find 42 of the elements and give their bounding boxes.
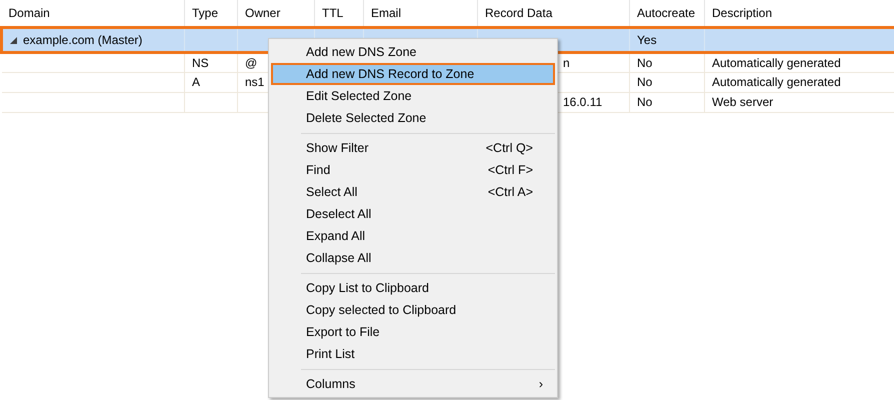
column-header[interactable]: Type: [192, 6, 218, 20]
menu-item[interactable]: Copy List to Clipboard: [271, 277, 555, 299]
table-cell: Automatically generated: [712, 75, 841, 89]
menu-item[interactable]: Collapse All: [271, 247, 555, 269]
column-header[interactable]: Autocreate: [637, 6, 696, 20]
menu-item[interactable]: Columns ›: [271, 373, 555, 395]
table-cell: Web server: [712, 95, 774, 109]
menu-item[interactable]: Copy selected to Clipboard: [271, 299, 555, 321]
shortcut-label: <Ctrl Q>: [486, 140, 533, 157]
menu-item[interactable]: Delete Selected Zone: [271, 107, 555, 129]
menu-item[interactable]: Show Filter <Ctrl Q>: [271, 137, 555, 159]
shortcut-label: <Ctrl F>: [488, 162, 533, 179]
shortcut-label: <Ctrl A>: [488, 184, 533, 201]
table-cell: A: [192, 75, 200, 89]
menu-item[interactable]: Expand All: [271, 225, 555, 247]
menu-item[interactable]: Edit Selected Zone: [271, 85, 555, 107]
table-cell: @: [245, 56, 258, 70]
column-header[interactable]: Description: [712, 6, 772, 20]
table-cell: ns1: [245, 75, 264, 89]
collapse-arrow-icon[interactable]: [10, 36, 17, 44]
menu-item[interactable]: Deselect All: [271, 203, 555, 225]
table-cell: No: [637, 56, 652, 70]
submenu-arrow-icon: ›: [538, 374, 543, 394]
menu-item[interactable]: Select All <Ctrl A>: [271, 181, 555, 203]
column-header[interactable]: Record Data: [485, 6, 552, 20]
menu-item[interactable]: Add new DNS Zone: [271, 41, 555, 63]
table-cell: Yes: [637, 32, 657, 46]
menu-item[interactable]: Add new DNS Record to Zone: [271, 63, 555, 85]
menu-item[interactable]: Print List: [271, 343, 555, 365]
table-cell: NS: [192, 56, 209, 70]
menu-item[interactable]: Export to File: [271, 321, 555, 343]
column-header[interactable]: Email: [371, 6, 402, 20]
table-cell: Automatically generated: [712, 56, 841, 70]
column-header[interactable]: Domain: [8, 6, 50, 20]
table-cell: No: [637, 95, 652, 109]
table-cell: example.com (Master): [23, 32, 142, 46]
menu-item[interactable]: Find <Ctrl F>: [271, 159, 555, 181]
column-header[interactable]: Owner: [245, 6, 280, 20]
table-cell: 16.0.11: [563, 95, 602, 109]
table-cell: No: [637, 75, 652, 89]
table-cell: n: [563, 56, 570, 70]
column-header[interactable]: TTL: [322, 6, 344, 20]
